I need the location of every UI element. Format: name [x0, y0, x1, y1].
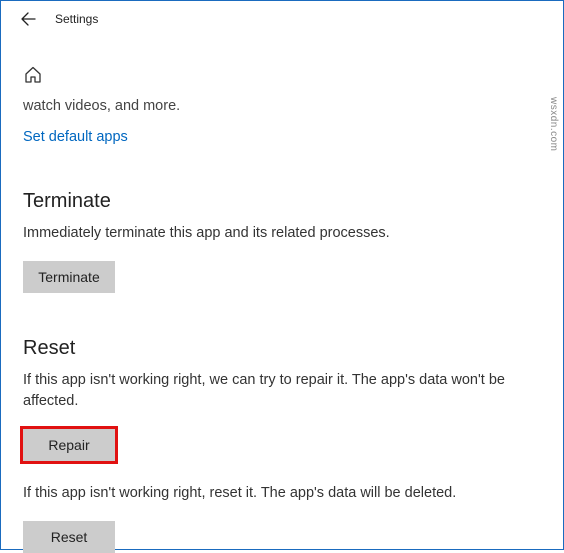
- reset-heading: Reset: [23, 337, 541, 360]
- set-default-apps-link[interactable]: Set default apps: [23, 129, 128, 145]
- window-header: Settings: [1, 1, 563, 37]
- back-arrow-icon: [20, 11, 36, 27]
- reset-button[interactable]: Reset: [23, 521, 115, 553]
- back-button[interactable]: [19, 10, 37, 28]
- terminate-button[interactable]: Terminate: [23, 261, 115, 293]
- watermark-text: wsxdn.com: [548, 97, 559, 152]
- terminate-description: Immediately terminate this app and its r…: [23, 223, 533, 243]
- page-title: Settings: [55, 12, 98, 26]
- terminate-section: Terminate Immediately terminate this app…: [23, 190, 541, 293]
- reset-section: Reset If this app isn't working right, w…: [23, 337, 541, 553]
- repair-description: If this app isn't working right, we can …: [23, 370, 533, 411]
- reset-description: If this app isn't working right, reset i…: [23, 483, 533, 503]
- terminate-heading: Terminate: [23, 190, 541, 213]
- settings-content: watch videos, and more. Set default apps…: [1, 37, 563, 553]
- repair-button[interactable]: Repair: [23, 429, 115, 461]
- truncated-feature-text: watch videos, and more.: [23, 98, 541, 114]
- home-icon[interactable]: [23, 65, 541, 90]
